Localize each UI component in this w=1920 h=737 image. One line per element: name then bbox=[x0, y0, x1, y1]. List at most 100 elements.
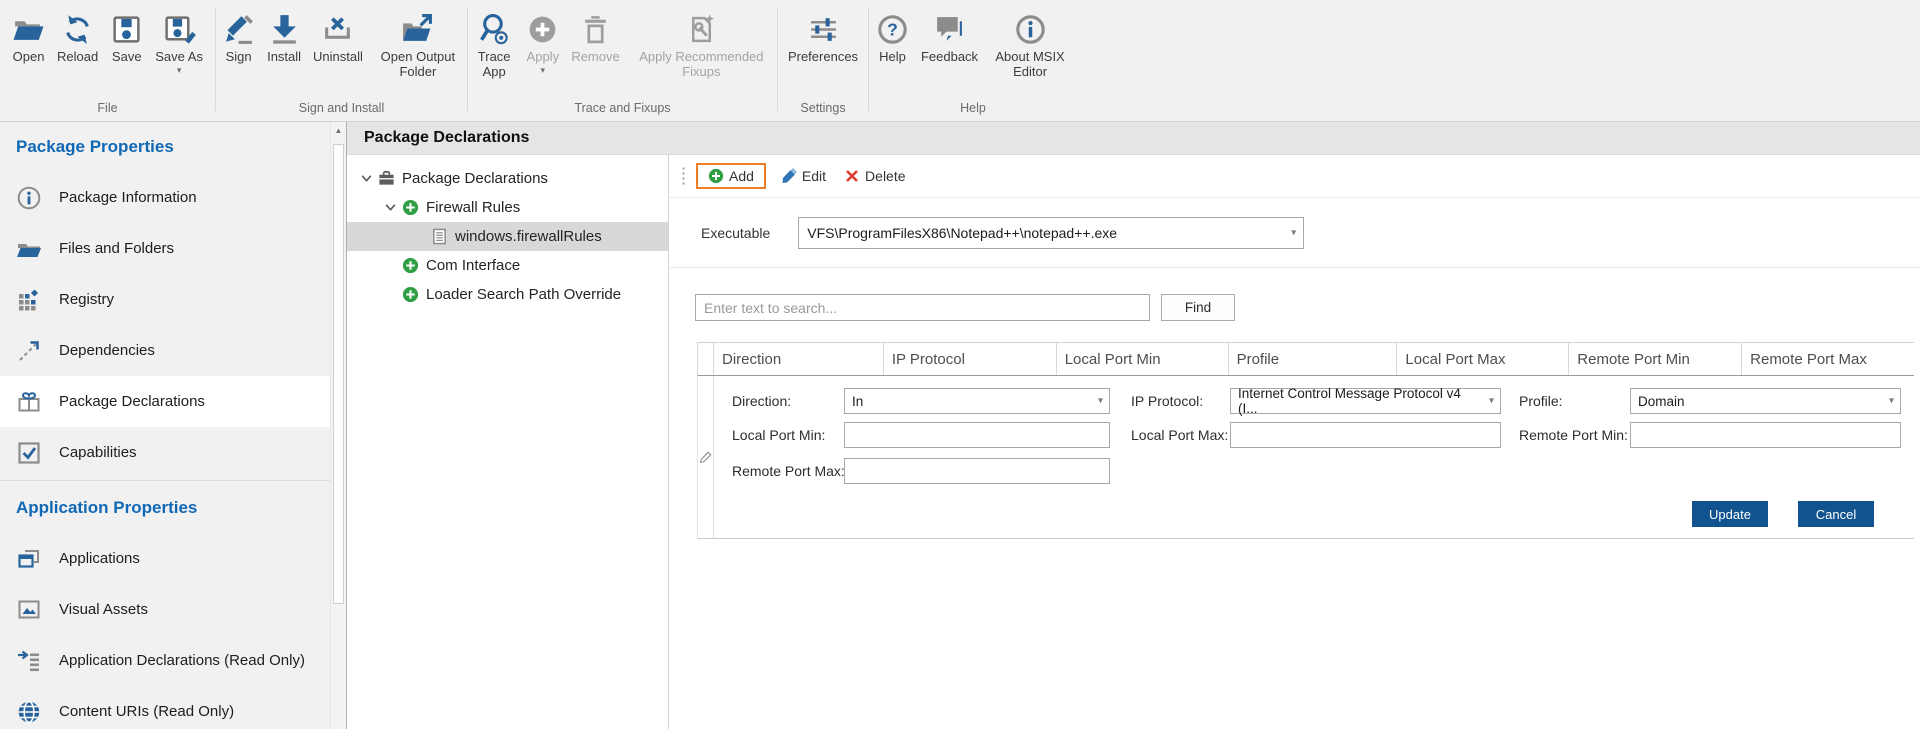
executable-label: Executable bbox=[701, 225, 770, 241]
grid-header-remote-port-max[interactable]: Remote Port Max bbox=[1742, 343, 1914, 375]
combo-chevron-icon: ▾ bbox=[1489, 396, 1494, 407]
reload-label: Reload bbox=[57, 50, 98, 65]
apply-button[interactable]: Apply ▾ bbox=[520, 8, 565, 75]
ribbon-group-file: Open Reload Save Save As ▾ bbox=[0, 0, 215, 121]
green-plus-icon bbox=[402, 199, 419, 216]
help-label: Help bbox=[879, 50, 906, 65]
sidebar-item-content-uris[interactable]: Content URIs (Read Only) bbox=[0, 686, 330, 737]
direction-label: Direction: bbox=[732, 388, 791, 414]
add-button[interactable]: Add bbox=[696, 163, 766, 189]
reload-button[interactable]: Reload bbox=[51, 8, 104, 65]
sidebar-scrollbar[interactable]: ▲ bbox=[330, 122, 346, 729]
grid-header-local-port-min[interactable]: Local Port Min bbox=[1057, 343, 1229, 375]
profile-value: Domain bbox=[1638, 394, 1685, 409]
sidebar-item-registry[interactable]: Registry bbox=[0, 274, 330, 325]
tree-item-windows-firewallrules[interactable]: windows.firewallRules bbox=[347, 222, 668, 251]
open-output-folder-icon bbox=[401, 10, 434, 48]
green-plus-icon bbox=[708, 168, 724, 184]
scrollbar-thumb[interactable] bbox=[333, 144, 344, 604]
apply-recommended-fixups-button[interactable]: Apply Recommended Fixups bbox=[626, 8, 777, 79]
local-port-max-input[interactable] bbox=[1230, 422, 1501, 448]
search-input[interactable] bbox=[695, 294, 1150, 321]
sidebar-item-package-information[interactable]: Package Information bbox=[0, 172, 330, 223]
grid-header-direction[interactable]: Direction bbox=[714, 343, 884, 375]
save-as-label: Save As bbox=[155, 50, 203, 65]
combo-chevron-icon: ▾ bbox=[1098, 396, 1103, 407]
preferences-button[interactable]: Preferences bbox=[782, 8, 864, 65]
navigation-sidebar: Package Properties Package Information F… bbox=[0, 122, 330, 729]
document-icon bbox=[431, 228, 448, 245]
save-button[interactable]: Save bbox=[104, 8, 149, 65]
install-button[interactable]: Install bbox=[261, 8, 307, 65]
remote-port-max-input[interactable] bbox=[844, 458, 1110, 484]
remote-port-max-label: Remote Port Max: bbox=[732, 458, 845, 484]
ribbon-group-help-label: Help bbox=[869, 101, 1077, 121]
open-output-folder-label: Open Output Folder bbox=[375, 50, 461, 79]
help-button[interactable]: ? Help bbox=[870, 8, 915, 65]
uninstall-label: Uninstall bbox=[313, 50, 363, 65]
open-button[interactable]: Open bbox=[6, 8, 51, 65]
sidebar-item-package-declarations[interactable]: Package Declarations bbox=[0, 376, 330, 427]
tree-item-firewall-rules[interactable]: Firewall Rules bbox=[347, 193, 668, 222]
grid-header-ip-protocol[interactable]: IP Protocol bbox=[884, 343, 1057, 375]
trace-app-button[interactable]: Trace App bbox=[468, 8, 520, 79]
remote-port-min-input[interactable] bbox=[1630, 422, 1901, 448]
save-as-button[interactable]: Save As ▾ bbox=[149, 8, 209, 75]
sidebar-item-visual-assets[interactable]: Visual Assets bbox=[0, 584, 330, 635]
tree-item-label: Firewall Rules bbox=[426, 199, 520, 216]
tree-item-package-declarations[interactable]: Package Declarations bbox=[347, 164, 668, 193]
info-circle-icon bbox=[16, 185, 42, 211]
delete-button[interactable]: Delete bbox=[835, 164, 914, 188]
sidebar-item-dependencies[interactable]: Dependencies bbox=[0, 325, 330, 376]
install-label: Install bbox=[267, 50, 301, 65]
uninstall-button[interactable]: Uninstall bbox=[307, 8, 369, 65]
dropdown-chevron-icon: ▾ bbox=[541, 66, 546, 75]
toolbar-grip-handle[interactable] bbox=[681, 166, 686, 186]
sign-button[interactable]: Sign bbox=[216, 8, 261, 65]
grid-header-local-port-max[interactable]: Local Port Max bbox=[1397, 343, 1569, 375]
apply-plus-icon bbox=[526, 10, 559, 48]
svg-text:?: ? bbox=[887, 19, 898, 39]
grid-header-indicator bbox=[698, 343, 714, 375]
about-msix-editor-button[interactable]: About MSIX Editor bbox=[984, 8, 1076, 79]
declarations-tree: Package Declarations Firewall Rules wind… bbox=[347, 155, 669, 729]
chevron-down-icon[interactable] bbox=[384, 201, 397, 214]
find-button[interactable]: Find bbox=[1161, 294, 1235, 321]
globe-icon bbox=[16, 699, 42, 725]
sidebar-item-applications[interactable]: Applications bbox=[0, 533, 330, 584]
sidebar-item-label: Registry bbox=[59, 291, 114, 308]
tree-item-label: windows.firewallRules bbox=[455, 228, 602, 245]
ribbon-group-sign-install-label: Sign and Install bbox=[216, 101, 467, 121]
executable-dropdown[interactable]: VFS\ProgramFilesX86\Notepad++\notepad++.… bbox=[798, 217, 1304, 249]
firewall-rules-detail-panel: Add Edit Delete Executable VFS\ProgramFi… bbox=[669, 155, 1920, 729]
open-folder-icon bbox=[12, 10, 45, 48]
remove-button[interactable]: Remove bbox=[565, 8, 625, 65]
grid-header-profile[interactable]: Profile bbox=[1229, 343, 1398, 375]
ribbon-group-file-label: File bbox=[0, 101, 215, 121]
tree-item-loader-search-path-override[interactable]: Loader Search Path Override bbox=[347, 280, 668, 309]
registry-grid-icon bbox=[16, 287, 42, 313]
sidebar-item-files-and-folders[interactable]: Files and Folders bbox=[0, 223, 330, 274]
local-port-min-input[interactable] bbox=[844, 422, 1110, 448]
main-content: Package Declarations Package Declaration… bbox=[346, 122, 1920, 729]
update-button[interactable]: Update bbox=[1692, 501, 1768, 527]
edit-pencil-icon bbox=[781, 168, 797, 184]
sidebar-item-capabilities[interactable]: Capabilities bbox=[0, 427, 330, 478]
scrollbar-up-arrow-icon[interactable]: ▲ bbox=[331, 126, 346, 135]
feedback-button[interactable]: Feedback bbox=[915, 8, 984, 65]
chevron-down-icon[interactable] bbox=[360, 172, 373, 185]
direction-dropdown[interactable]: In ▾ bbox=[844, 388, 1110, 414]
fixups-document-icon bbox=[685, 10, 718, 48]
tree-item-com-interface[interactable]: Com Interface bbox=[347, 251, 668, 280]
detail-toolbar: Add Edit Delete bbox=[681, 160, 915, 192]
sidebar-item-application-declarations[interactable]: Application Declarations (Read Only) bbox=[0, 635, 330, 686]
grid-header-remote-port-min[interactable]: Remote Port Min bbox=[1569, 343, 1742, 375]
cancel-button[interactable]: Cancel bbox=[1798, 501, 1874, 527]
ip-protocol-dropdown[interactable]: Internet Control Message Protocol v4 (I.… bbox=[1230, 388, 1501, 414]
row-indicator-cell bbox=[698, 376, 714, 538]
profile-dropdown[interactable]: Domain ▾ bbox=[1630, 388, 1901, 414]
edit-button[interactable]: Edit bbox=[772, 164, 835, 188]
open-output-folder-button[interactable]: Open Output Folder bbox=[369, 8, 467, 79]
row-editor-form: Direction: In ▾ IP Protocol: Internet Co… bbox=[714, 376, 1914, 538]
sidebar-item-label: Capabilities bbox=[59, 444, 137, 461]
